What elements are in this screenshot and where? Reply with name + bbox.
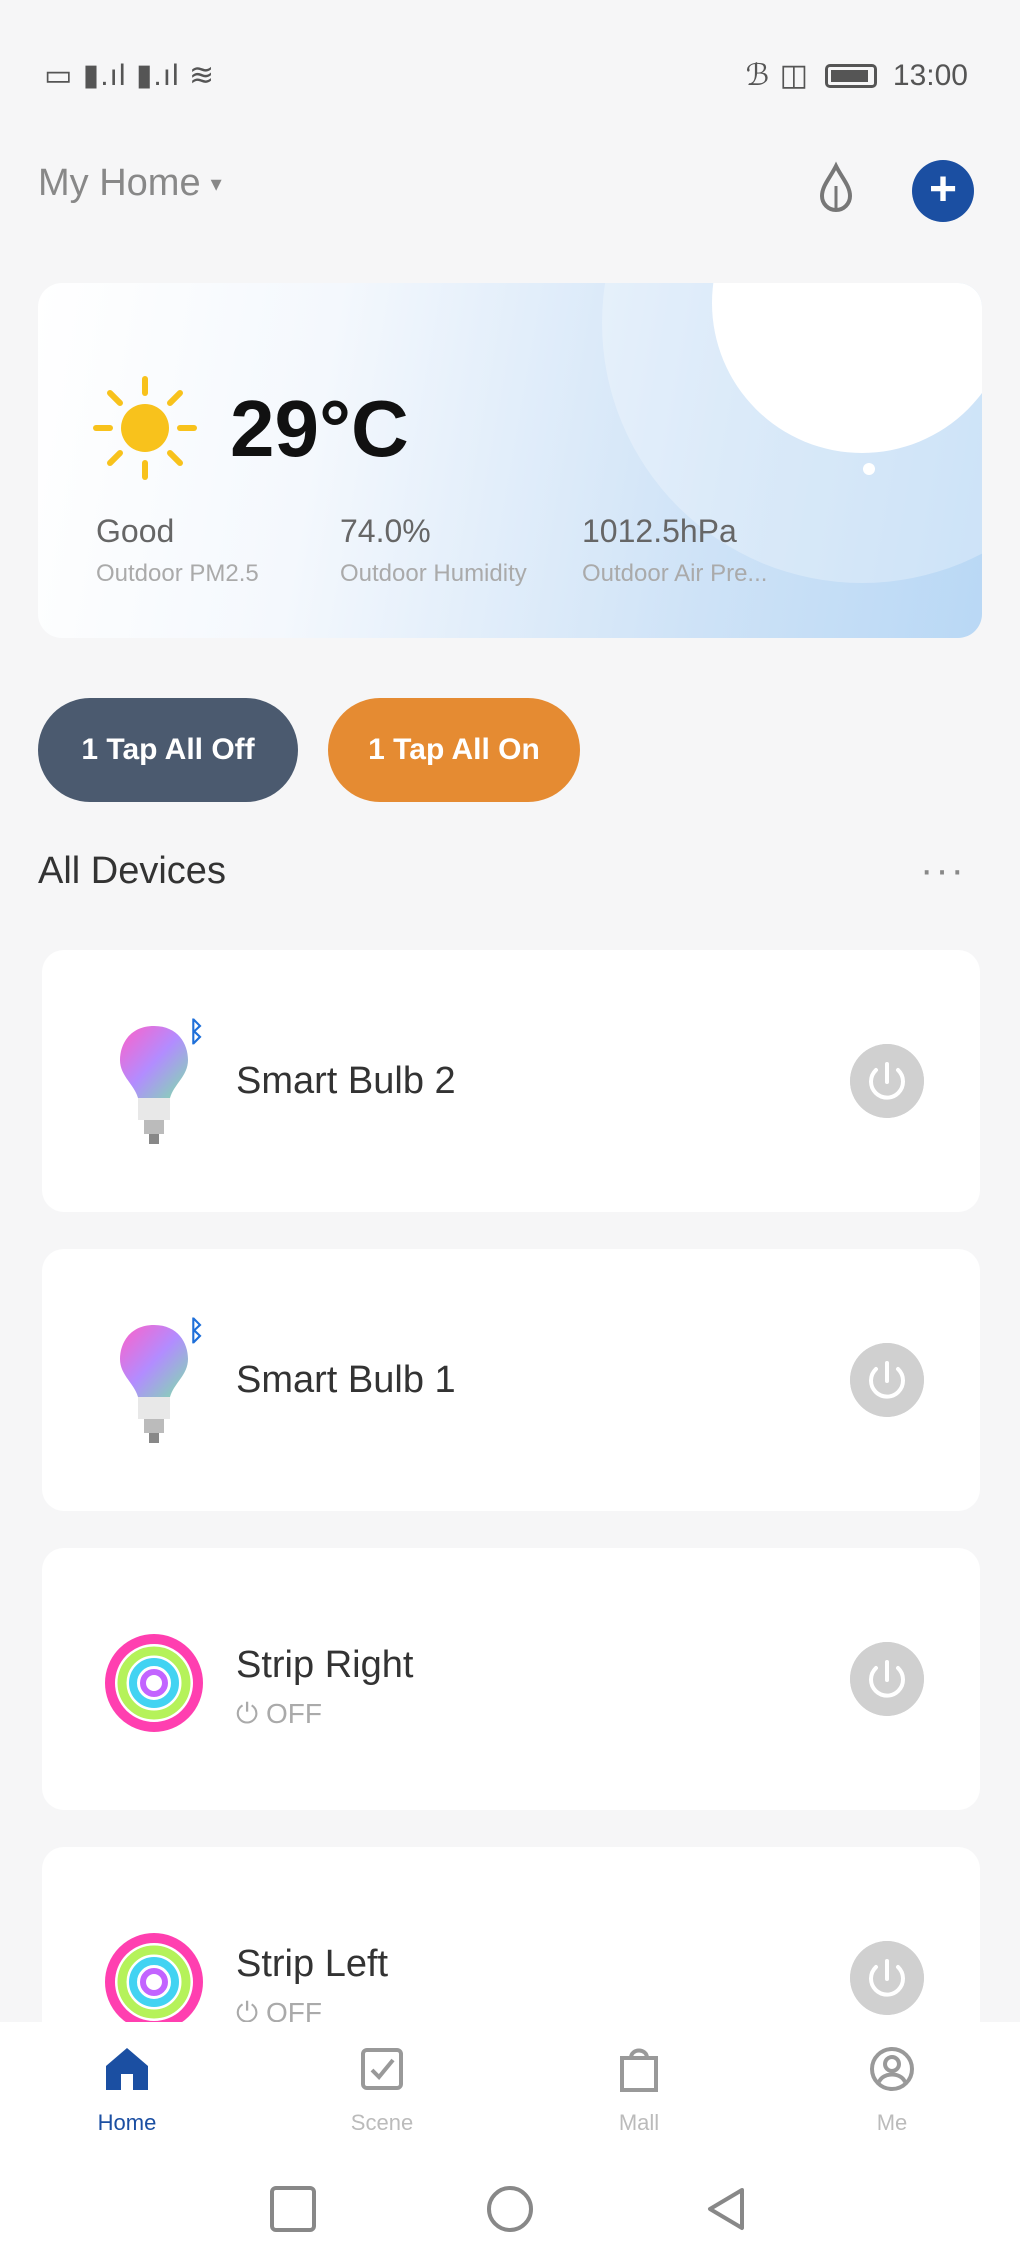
more-icon[interactable]: ···: [920, 848, 966, 893]
signal-indicators: ▭ ▮.ıl ▮.ıl ≋: [44, 58, 215, 93]
scene-icon: [361, 2048, 403, 2090]
system-indicators: ℬ ◫ 13:00: [746, 58, 968, 93]
device-status-text: OFF: [265, 1698, 322, 1729]
temperature: 29°C: [230, 384, 409, 473]
metric-air-pressure: 1012.5hPa Outdoor Air Pre...: [582, 513, 767, 588]
device-name: Smart Bulb 2: [236, 1060, 456, 1102]
device-name: Strip Right: [236, 1644, 414, 1686]
power-status-icon: ⏻: [236, 1698, 259, 1729]
nav-label: Scene: [350, 2110, 414, 2135]
battery-icon: [824, 63, 877, 88]
metric-label: Outdoor PM2.5: [96, 560, 259, 587]
power-button[interactable]: [850, 1941, 924, 2015]
power-button[interactable]: [850, 1642, 924, 1716]
metric-humidity: 74.0% Outdoor Humidity: [340, 513, 527, 588]
nav-label: Home: [97, 2110, 157, 2135]
power-button[interactable]: [850, 1343, 924, 1417]
nav-me[interactable]: Me: [822, 2042, 962, 2136]
all-on-button[interactable]: 1 Tap All On: [328, 698, 580, 802]
recent-apps-icon[interactable]: [268, 2184, 318, 2234]
home-selector[interactable]: My Home ▾: [38, 162, 222, 205]
metric-pm25: Good Outdoor PM2.5: [96, 513, 259, 588]
bluetooth-icon: ᛒ: [188, 1315, 205, 1346]
section-title: All Devices: [38, 850, 226, 892]
status-time: 13:00: [892, 58, 968, 92]
metric-value: 74.0%: [340, 513, 431, 549]
device-card[interactable]: ᛒ Smart Bulb 1: [42, 1249, 980, 1511]
nav-home[interactable]: Home: [57, 2042, 197, 2136]
nav-label: Mall: [618, 2110, 660, 2135]
weather-card[interactable]: 29°C Good Outdoor PM2.5 74.0% Outdoor Hu…: [38, 283, 982, 638]
nav-label: Me: [876, 2110, 908, 2135]
status-bar: ▭ ▮.ıl ▮.ıl ≋ ℬ ◫ 13:00: [0, 0, 1020, 150]
bluetooth-vibrate-icons: ℬ ◫: [745, 59, 809, 92]
metric-label: Outdoor Humidity: [340, 560, 527, 587]
metric-label: Outdoor Air Pre...: [582, 560, 768, 587]
home-icon: [106, 2048, 148, 2090]
bottom-nav: Home Scene Mall Me: [0, 2022, 1020, 2162]
chevron-down-icon: ▾: [210, 170, 222, 196]
add-device-button[interactable]: +: [912, 160, 974, 222]
device-card[interactable]: ᛒ Smart Bulb 2: [42, 950, 980, 1212]
all-off-button[interactable]: 1 Tap All Off: [38, 698, 298, 802]
home-circle-icon[interactable]: [485, 2184, 535, 2234]
power-button[interactable]: [850, 1044, 924, 1118]
mall-icon: [620, 2048, 658, 2092]
water-drop-icon[interactable]: [808, 160, 864, 216]
device-card[interactable]: Strip Right ⏻ OFF: [42, 1548, 980, 1810]
metric-value: 1012.5hPa: [582, 513, 737, 549]
metric-value: Good: [96, 513, 175, 549]
decorative-dot: [863, 463, 875, 475]
network-icons: ▭ ▮.ıl ▮.ıl ≋: [44, 59, 216, 92]
device-status: ⏻ OFF: [236, 1698, 322, 1731]
me-icon: [870, 2047, 914, 2091]
nav-scene[interactable]: Scene: [312, 2042, 452, 2136]
home-name: My Home: [38, 162, 201, 204]
system-nav-bar: [0, 2162, 1020, 2253]
back-icon[interactable]: [702, 2184, 752, 2234]
sun-icon: [93, 376, 197, 480]
device-name: Smart Bulb 1: [236, 1359, 456, 1401]
bluetooth-icon: ᛒ: [188, 1016, 205, 1047]
led-strip-icon: [105, 1634, 203, 1732]
nav-mall[interactable]: Mall: [569, 2042, 709, 2136]
device-name: Strip Left: [236, 1943, 389, 1985]
